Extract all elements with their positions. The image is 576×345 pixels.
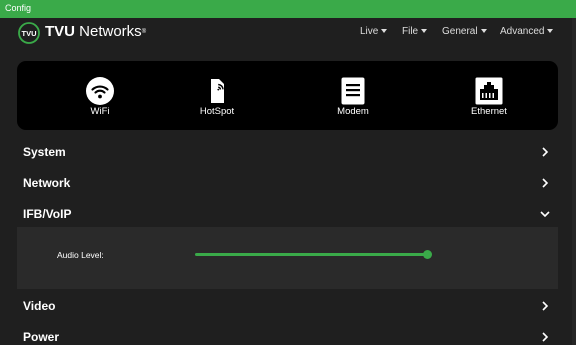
connection-modem[interactable]: Modem bbox=[313, 77, 393, 121]
ifb-voip-panel: Audio Level: bbox=[17, 227, 558, 289]
connection-modem-label: Modem bbox=[337, 106, 369, 117]
window-titlebar: Config bbox=[0, 0, 576, 18]
brand-name-rest: Networks bbox=[75, 23, 142, 40]
nav-file[interactable]: File bbox=[402, 26, 428, 37]
brand-name: TVU Networks® bbox=[45, 23, 146, 41]
section-power[interactable]: Power bbox=[0, 322, 576, 345]
connection-panel: WiFi HotSpot Modem Ethernet bbox=[17, 61, 558, 130]
brand-trademark: ® bbox=[141, 29, 147, 35]
app-header: TVU TVU Networks® Live File General Adva… bbox=[0, 18, 576, 48]
section-system[interactable]: System bbox=[0, 137, 576, 168]
chevron-right-icon bbox=[542, 301, 549, 311]
section-video-label: Video bbox=[23, 299, 56, 313]
logo-badge-text: TVU bbox=[22, 29, 37, 38]
nav-advanced[interactable]: Advanced bbox=[500, 26, 554, 37]
chevron-down-icon bbox=[480, 29, 487, 34]
section-system-label: System bbox=[23, 145, 66, 159]
chevron-down-icon bbox=[540, 211, 550, 218]
section-network[interactable]: Network bbox=[0, 168, 576, 199]
connection-wifi[interactable]: WiFi bbox=[60, 77, 140, 121]
chevron-right-icon bbox=[542, 178, 549, 188]
connection-wifi-label: WiFi bbox=[90, 106, 110, 117]
section-ifb-voip-label: IFB/VoIP bbox=[23, 207, 72, 221]
window-scrollbar[interactable] bbox=[572, 18, 576, 345]
nav-live[interactable]: Live bbox=[360, 26, 388, 37]
section-ifb-voip[interactable]: IFB/VoIP bbox=[0, 199, 576, 230]
section-power-label: Power bbox=[23, 330, 60, 344]
nav-general[interactable]: General bbox=[442, 26, 487, 37]
brand-name-bold: TVU bbox=[45, 23, 75, 40]
window-title: Config bbox=[5, 3, 32, 13]
modem-icon bbox=[341, 77, 365, 105]
chevron-down-icon bbox=[547, 29, 554, 34]
audio-level-slider-thumb[interactable] bbox=[423, 250, 432, 259]
connection-hotspot-label: HotSpot bbox=[199, 106, 235, 117]
connection-ethernet[interactable]: Ethernet bbox=[449, 77, 529, 121]
section-network-label: Network bbox=[23, 176, 71, 190]
connection-hotspot[interactable]: HotSpot bbox=[177, 77, 257, 121]
chevron-right-icon bbox=[542, 147, 549, 157]
nav-live-label: Live bbox=[360, 26, 379, 37]
nav-general-label: General bbox=[442, 26, 478, 37]
section-video[interactable]: Video bbox=[0, 291, 576, 322]
chevron-right-icon bbox=[542, 332, 549, 342]
audio-level-slider-track[interactable] bbox=[195, 253, 430, 256]
audio-level-label: Audio Level: bbox=[57, 250, 104, 260]
chevron-down-icon bbox=[421, 29, 428, 34]
connection-ethernet-label: Ethernet bbox=[471, 106, 507, 117]
tvu-logo-icon: TVU bbox=[18, 22, 40, 44]
hotspot-icon bbox=[211, 79, 224, 103]
chevron-down-icon bbox=[381, 29, 388, 34]
ethernet-icon bbox=[475, 77, 503, 105]
nav-advanced-label: Advanced bbox=[500, 26, 545, 37]
nav-file-label: File bbox=[402, 26, 419, 37]
wifi-icon bbox=[86, 77, 114, 105]
